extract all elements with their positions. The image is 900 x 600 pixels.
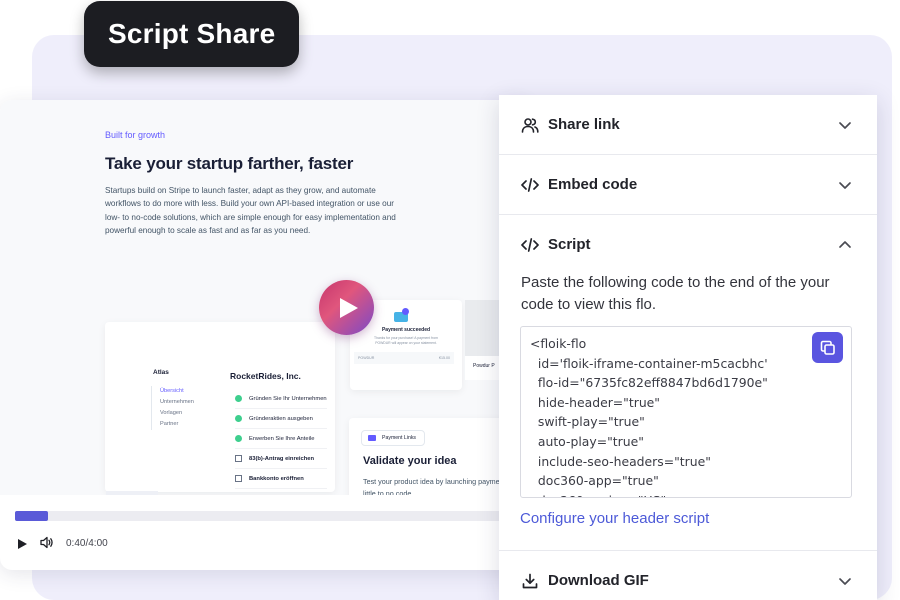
code-icon (521, 176, 539, 194)
atlas-step-label: Erwerben Sie Ihre Anteile (249, 435, 315, 442)
script-code-box[interactable]: <floik-flo id='floik-iframe-container-m5… (520, 326, 852, 498)
atlas-nav-item: Vorlagen (160, 410, 183, 416)
atlas-steps: Gründen Sie Ihr Unternehmen Gründeraktie… (235, 389, 327, 489)
bank-icon (235, 475, 242, 482)
chevron-down-icon[interactable] (837, 177, 853, 193)
section-embed-code: Embed code (499, 155, 877, 215)
atlas-step: Gründeraktien ausgeben (235, 409, 327, 429)
atlas-step: Erwerben Sie Ihre Anteile (235, 429, 327, 449)
progress-fill (15, 511, 49, 521)
users-icon (521, 116, 539, 134)
section-script: Script Paste the following code to the e… (499, 215, 877, 551)
volume-button[interactable] (40, 536, 54, 554)
payment-row-amount: €15.00 (439, 356, 450, 360)
atlas-step-label: Gründeraktien ausgeben (249, 415, 313, 422)
share-link-header[interactable]: Share link (499, 95, 877, 154)
download-gif-title: Download GIF (548, 572, 649, 589)
video-title: Take your startup farther, faster (105, 154, 354, 173)
atlas-step-label: Bankkonto eröffnen (249, 475, 304, 482)
video-eyebrow: Built for growth (105, 130, 166, 140)
payment-row-label: POWDUR (358, 356, 375, 360)
atlas-step: 83(b)-Antrag einreichen (235, 449, 327, 469)
time-display: 0:40/4:00 (66, 538, 108, 549)
share-link-title: Share link (548, 116, 620, 133)
payment-links-pill: Payment Links (361, 430, 426, 446)
chevron-down-icon[interactable] (837, 117, 853, 133)
video-frame[interactable]: Built for growth Take your startup farth… (0, 100, 530, 495)
progress-track[interactable] (15, 511, 525, 521)
script-share-badge: Script Share (84, 1, 300, 67)
document-icon (235, 455, 242, 462)
copy-icon (820, 340, 835, 355)
script-header[interactable]: Script (499, 215, 877, 274)
atlas-step-label: 83(b)-Antrag einreichen (249, 455, 315, 462)
video-player[interactable]: Built for growth Take your startup farth… (0, 100, 530, 570)
configure-header-script-link[interactable]: Configure your header script (499, 498, 877, 550)
atlas-step: Gründen Sie Ihr Unternehmen (235, 389, 327, 409)
section-download-gif: Download GIF (499, 551, 877, 600)
check-icon (235, 435, 242, 442)
atlas-nav: Übersicht Unternehmen Vorlagen Partner (151, 386, 194, 430)
code-icon (521, 236, 539, 254)
payment-links-card: Payment Links Validate your idea Test yo… (349, 418, 524, 495)
script-title: Script (548, 236, 591, 253)
video-body: Startups build on Stripe to launch faste… (105, 186, 396, 235)
script-code[interactable]: <floik-flo id='floik-iframe-container-m5… (521, 327, 851, 497)
play-icon (340, 297, 358, 318)
atlas-logo: Atlas (153, 369, 169, 376)
atlas-card: Atlas Übersicht Unternehmen Vorlagen Par… (105, 322, 335, 492)
mini-tab (106, 491, 158, 495)
play-overlay-button[interactable] (319, 280, 374, 335)
share-panel: Share link Embed code Script Paste the f… (499, 95, 877, 600)
atlas-company: RocketRides, Inc. (230, 371, 301, 381)
chevron-down-icon[interactable] (837, 573, 853, 589)
embed-code-title: Embed code (548, 176, 638, 193)
script-description: Paste the following code to the end of t… (521, 274, 830, 313)
check-icon (235, 415, 242, 422)
section-share-link: Share link (499, 95, 877, 155)
payment-title: Payment succeeded (381, 327, 431, 333)
chevron-up-icon[interactable] (837, 237, 853, 253)
atlas-nav-item: Übersicht (160, 388, 184, 394)
play-button[interactable] (17, 537, 28, 555)
atlas-nav-item: Partner (160, 421, 179, 427)
check-icon (402, 308, 409, 315)
payment-row: POWDUR €15.00 (354, 352, 454, 364)
atlas-step: Bankkonto eröffnen (235, 469, 327, 489)
atlas-step-label: Gründen Sie Ihr Unternehmen (249, 395, 327, 402)
embed-code-header[interactable]: Embed code (499, 155, 877, 214)
download-gif-header[interactable]: Download GIF (499, 551, 877, 600)
payment-links-title: Validate your idea (363, 455, 457, 467)
download-icon (521, 572, 539, 590)
copy-button[interactable] (812, 332, 843, 363)
atlas-nav-item: Unternehmen (160, 399, 194, 405)
check-icon (235, 395, 242, 402)
payment-subtitle: Thanks for your purchase! A payment from… (374, 336, 438, 345)
stage: Script Share Built for growth Take your … (0, 0, 900, 600)
volume-icon (40, 536, 53, 549)
play-icon (18, 539, 27, 549)
